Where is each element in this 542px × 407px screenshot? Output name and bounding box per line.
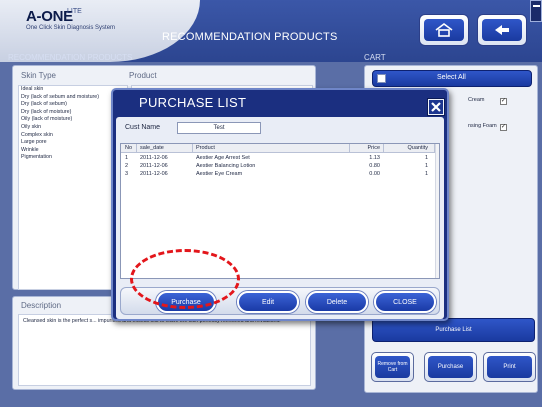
column-header-product[interactable]: Product	[196, 145, 215, 151]
delete-button[interactable]: Delete	[306, 291, 368, 313]
cell-quantity: 1	[424, 162, 428, 169]
cell-quantity: 1	[424, 154, 428, 161]
logo-edition: LITE	[67, 8, 82, 15]
close-icon	[431, 102, 441, 112]
minimize-button[interactable]	[530, 0, 542, 22]
cust-name-field[interactable]: Test	[177, 122, 261, 134]
cell-sale-date: 2011-12-06	[140, 162, 168, 169]
table-header: No sale_date Product Price Quantity	[121, 144, 439, 153]
cust-name-label: Cust Name	[125, 124, 161, 131]
cell-price: 0.00	[369, 170, 380, 177]
skin-type-header: Skin Type	[21, 71, 56, 80]
back-arrow-icon	[495, 25, 509, 35]
cart-item-name: Cream	[468, 97, 485, 103]
logo-subtitle: One Click Skin Diagnosis System	[26, 25, 116, 31]
app-logo: A-ONE	[26, 8, 73, 25]
edit-button[interactable]: Edit	[237, 291, 299, 313]
column-header-no[interactable]: No	[125, 145, 132, 151]
cell-no: 2	[125, 162, 129, 169]
column-header-price[interactable]: Price	[350, 145, 380, 151]
select-all-checkbox[interactable]	[377, 74, 386, 83]
print-button[interactable]: Print	[483, 352, 536, 382]
cart-item-checkbox[interactable]: ✓	[500, 98, 507, 105]
remove-from-cart-button[interactable]: Remove from Cart	[371, 352, 414, 382]
cart-section-title: CART	[364, 53, 386, 62]
highlight-annotation	[130, 249, 240, 309]
page-title: RECOMMENDATION PRODUCTS	[162, 31, 338, 43]
cell-product: Aestier Eye Cream	[196, 170, 243, 177]
cart-purchase-label: Purchase	[428, 356, 473, 378]
select-all-label: Select All	[437, 74, 466, 81]
cell-price: 1.13	[369, 154, 380, 161]
dialog-title: PURCHASE LIST	[139, 95, 247, 110]
description-title: Description	[21, 301, 62, 310]
product-header: Product	[129, 71, 157, 80]
select-all-button[interactable]: Select All	[372, 70, 532, 87]
cell-product: Aestier Balancing Lotion	[196, 162, 256, 169]
dialog-close-button[interactable]	[427, 98, 445, 116]
cell-price: 0.80	[369, 162, 380, 169]
cell-sale-date: 2011-12-06	[140, 170, 168, 177]
remove-from-cart-label: Remove from Cart	[375, 356, 410, 378]
cart-item-checkbox[interactable]: ✓	[500, 124, 507, 131]
cart-item-name: nsing Foam	[468, 123, 497, 129]
table-row[interactable]: 3 2011-12-06 Aestier Eye Cream 0.00 1	[121, 170, 439, 178]
cart-purchase-button[interactable]: Purchase	[424, 352, 477, 382]
cell-product: Aestier Age Arrest Set	[196, 154, 250, 161]
cell-sale-date: 2011-12-06	[140, 154, 168, 161]
cell-no: 1	[125, 154, 129, 161]
print-label: Print	[487, 356, 532, 378]
column-header-quantity[interactable]: Quantity	[384, 145, 428, 151]
purchase-list-button[interactable]: Purchase List	[372, 318, 535, 342]
column-header-sale-date[interactable]: sale_date	[140, 145, 164, 151]
table-row[interactable]: 1 2011-12-06 Aestier Age Arrest Set 1.13…	[121, 154, 439, 162]
description-text: Cleansed skin is the perfect s... impuri…	[18, 314, 311, 386]
home-icon	[435, 23, 453, 37]
table-scrollbar[interactable]	[435, 144, 439, 278]
recommendation-section-title: RECOMMENDATION PRODUCTS	[8, 53, 133, 62]
back-button[interactable]	[477, 14, 527, 46]
close-button[interactable]: CLOSE	[374, 291, 436, 313]
cell-quantity: 1	[424, 170, 428, 177]
cell-no: 3	[125, 170, 129, 177]
home-button[interactable]	[419, 14, 469, 46]
table-row[interactable]: 2 2011-12-06 Aestier Balancing Lotion 0.…	[121, 162, 439, 170]
